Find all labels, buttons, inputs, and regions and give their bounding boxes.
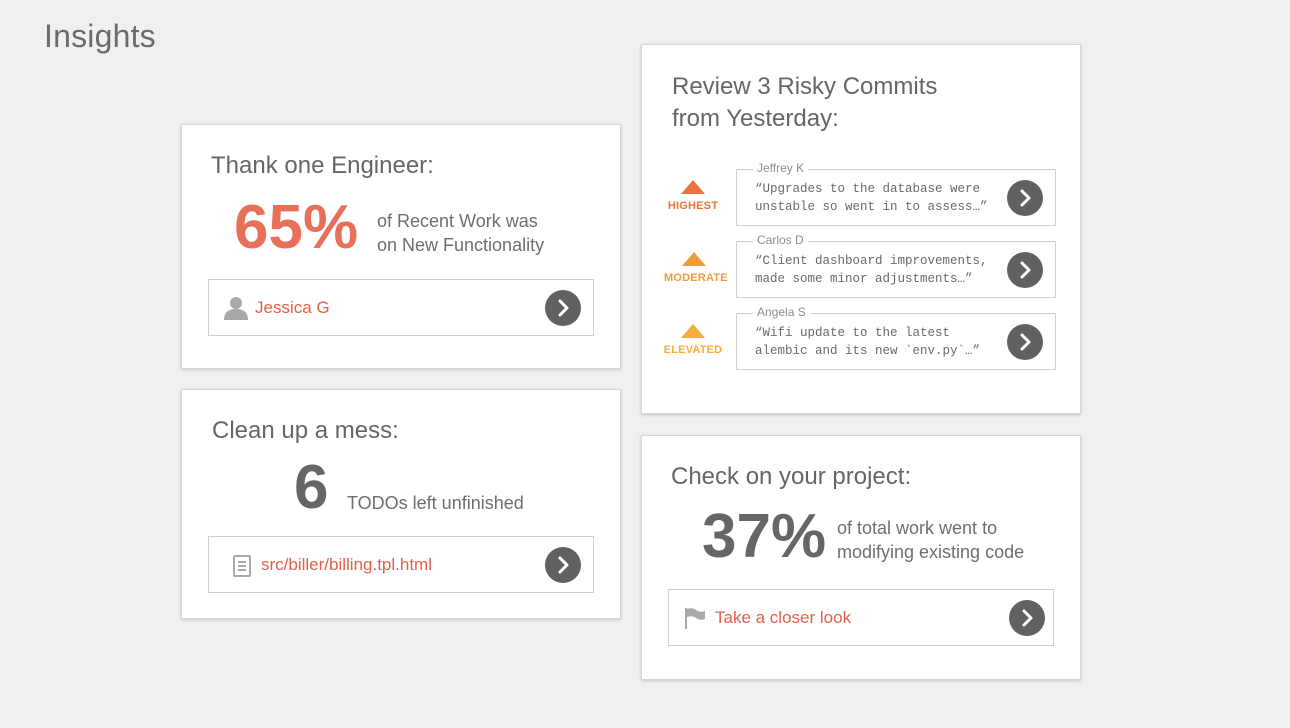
commit-author: Carlos D <box>753 233 808 247</box>
commit-message-line-2: made some minor adjustments…” <box>755 272 973 286</box>
commit-message: “Wifi update to the latest alembic and i… <box>755 324 991 360</box>
chevron-right-icon <box>558 556 569 574</box>
go-arrow-button[interactable] <box>545 290 581 326</box>
flag-icon <box>683 606 707 635</box>
commit-item[interactable]: Jeffrey K “Upgrades to the database were… <box>736 161 1056 226</box>
commit-author: Jeffrey K <box>753 161 809 175</box>
project-check-card: Check on your project: 37% of total work… <box>641 435 1081 680</box>
chevron-right-icon <box>1022 609 1033 627</box>
risk-indicator: ELEVATED <box>663 324 723 356</box>
commit-message-line-1: “Upgrades to the database were <box>755 182 981 196</box>
commit-message: “Client dashboard improvements, made som… <box>755 252 991 288</box>
thank-engineer-card: Thank one Engineer: 65% of Recent Work w… <box>181 124 621 369</box>
commit-message-line-1: “Wifi update to the latest <box>755 326 951 340</box>
stat-description: of Recent Work was on New Functionality <box>377 209 544 257</box>
risk-triangle-icon <box>681 324 705 338</box>
chevron-right-icon <box>1020 333 1031 351</box>
engineer-name: Jessica G <box>255 298 330 317</box>
file-link[interactable]: src/biller/billing.tpl.html <box>208 536 594 593</box>
card-title: Review 3 Risky Commits from Yesterday: <box>672 71 937 135</box>
chevron-right-icon <box>1020 261 1031 279</box>
risk-label: ELEVATED <box>663 344 723 356</box>
chevron-right-icon <box>1020 189 1031 207</box>
person-icon <box>223 295 249 326</box>
todo-count: 6 <box>294 453 329 522</box>
chevron-right-icon <box>558 299 569 317</box>
card-title-line-1: Review 3 Risky Commits <box>672 73 938 100</box>
stat-description-line-2: on New Functionality <box>377 235 545 255</box>
stat-description-line-2: modifying existing code <box>837 542 1025 562</box>
risky-commits-card: Review 3 Risky Commits from Yesterday: H… <box>641 44 1081 414</box>
stat-description-line-1: of total work went to <box>837 518 998 538</box>
closer-look-link[interactable]: Take a closer look <box>668 589 1054 646</box>
commit-author: Angela S <box>753 305 810 319</box>
risk-label: HIGHEST <box>667 200 719 212</box>
file-path: src/biller/billing.tpl.html <box>261 555 432 574</box>
stat-description-line-1: of Recent Work was <box>377 211 538 231</box>
go-arrow-button[interactable] <box>1007 324 1043 360</box>
commit-message-line-2: unstable so went in to assess…” <box>755 200 988 214</box>
document-icon <box>233 555 251 582</box>
clean-mess-card: Clean up a mess: 6 TODOs left unfinished… <box>181 389 621 619</box>
commit-item[interactable]: Angela S “Wifi update to the latest alem… <box>736 305 1056 370</box>
risk-triangle-icon <box>681 180 705 194</box>
page-title: Insights <box>44 18 156 54</box>
commit-item[interactable]: Carlos D “Client dashboard improvements,… <box>736 233 1056 298</box>
card-title-line-2: from Yesterday: <box>672 105 839 132</box>
risk-triangle-icon <box>682 252 706 266</box>
card-title: Thank one Engineer: <box>211 152 434 179</box>
card-title: Clean up a mess: <box>212 417 399 444</box>
card-title: Check on your project: <box>671 463 912 490</box>
recent-work-stat: 65% <box>234 193 359 262</box>
go-arrow-button[interactable] <box>545 547 581 583</box>
closer-look-label: Take a closer look <box>715 608 852 627</box>
todo-description: TODOs left unfinished <box>347 493 524 513</box>
risk-indicator: MODERATE <box>664 252 728 284</box>
existing-code-stat: 37% <box>702 502 827 571</box>
go-arrow-button[interactable] <box>1007 180 1043 216</box>
commit-message-line-2: alembic and its new `env.py`…” <box>755 344 981 358</box>
commit-message-line-1: “Client dashboard improvements, <box>755 254 988 268</box>
commit-message: “Upgrades to the database were unstable … <box>755 180 991 216</box>
risk-label: MODERATE <box>664 272 728 284</box>
engineer-link[interactable]: Jessica G <box>208 279 594 336</box>
go-arrow-button[interactable] <box>1007 252 1043 288</box>
risk-indicator: HIGHEST <box>663 180 723 212</box>
stat-description: of total work went to modifying existing… <box>837 516 1024 564</box>
go-arrow-button[interactable] <box>1009 600 1045 636</box>
